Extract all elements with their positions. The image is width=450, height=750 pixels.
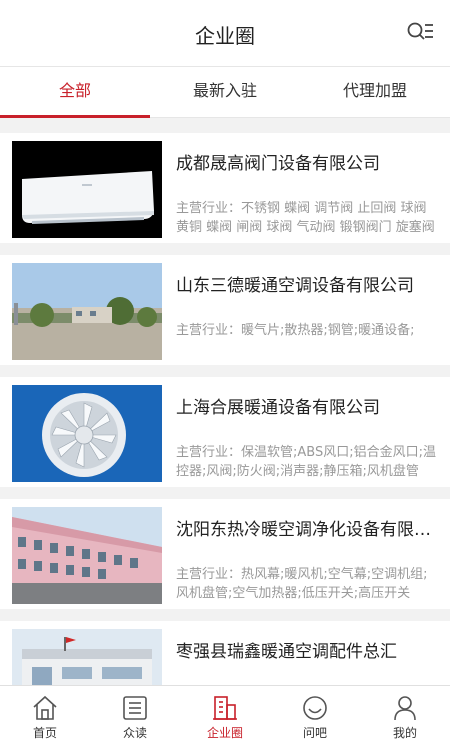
nav-home-label: 首页 <box>32 726 57 740</box>
company-image <box>12 385 162 482</box>
nav-mine[interactable]: 我的 <box>360 686 450 750</box>
app-header: 企业圈 <box>0 0 450 67</box>
company-image <box>12 263 162 360</box>
search-list-icon[interactable] <box>406 20 434 46</box>
company-name: 上海合展暖通设备有限公司 <box>176 398 380 418</box>
nav-home[interactable]: 首页 <box>0 686 90 750</box>
home-icon <box>33 695 57 720</box>
nav-reading-label: 众读 <box>122 726 147 740</box>
list-item[interactable]: 上海合展暖通设备有限公司 主营行业：保温软管;ABS风口;铝合金风口;温控器;风… <box>0 377 450 487</box>
nav-reading[interactable]: 众读 <box>90 686 180 750</box>
company-image <box>12 141 162 238</box>
list-item[interactable]: 成都晟高阀门设备有限公司 主营行业：不锈钢 蝶阀 调节阀 止回阀 球阀 黄铜 蝶… <box>0 133 450 243</box>
company-name: 沈阳东热冷暖空调净化设备有限公司 <box>176 520 438 540</box>
company-name: 山东三德暖通空调设备有限公司 <box>176 276 414 296</box>
list-item[interactable]: 沈阳东热冷暖空调净化设备有限公司 主营行业：热风幕;暖风机;空气幕;空调机组;风… <box>0 499 450 609</box>
tab-all[interactable]: 全部 <box>0 67 150 118</box>
company-name: 成都晟高阀门设备有限公司 <box>176 154 380 174</box>
company-industry: 主营行业：热风幕;暖风机;空气幕;空调机组;风机盘管;空气加热器;低压开关;高压… <box>176 567 428 601</box>
nav-enterprise-label: 企业圈 <box>206 726 243 740</box>
company-industry: 主营行业：不锈钢 蝶阀 调节阀 止回阀 球阀 黄铜 蝶阀 闸阀 球阀 气动阀 锻… <box>176 201 435 235</box>
company-list: 成都晟高阀门设备有限公司 主营行业：不锈钢 蝶阀 调节阀 止回阀 球阀 黄铜 蝶… <box>0 133 450 743</box>
bottom-nav: 首页 众读 企业圈 问吧 我的 <box>0 685 450 750</box>
company-name: 枣强县瑞鑫暖通空调配件总汇 <box>176 642 397 662</box>
building-icon <box>213 696 237 720</box>
tab-agency[interactable]: 代理加盟 <box>300 67 450 117</box>
list-item[interactable]: 山东三德暖通空调设备有限公司 主营行业：暖气片;散热器;钢管;暖通设备; <box>0 255 450 365</box>
company-industry: 主营行业：暖气片;散热器;钢管;暖通设备; <box>176 323 415 338</box>
nav-mine-label: 我的 <box>392 726 417 740</box>
nav-ask-label: 问吧 <box>302 726 327 740</box>
tab-newest[interactable]: 最新入驻 <box>150 67 300 117</box>
list-icon <box>123 696 147 720</box>
user-icon <box>394 696 416 721</box>
company-image <box>12 507 162 604</box>
company-industry: 主营行业：保温软管;ABS风口;铝合金风口;温控器;风阀;防火阀;消声器;静压箱… <box>176 445 436 479</box>
nav-ask[interactable]: 问吧 <box>270 686 360 750</box>
smile-icon <box>303 696 327 720</box>
filter-tabs: 全部 最新入驻 代理加盟 <box>0 67 450 118</box>
nav-enterprise[interactable]: 企业圈 <box>180 686 270 750</box>
page-title: 企业圈 <box>195 24 255 48</box>
